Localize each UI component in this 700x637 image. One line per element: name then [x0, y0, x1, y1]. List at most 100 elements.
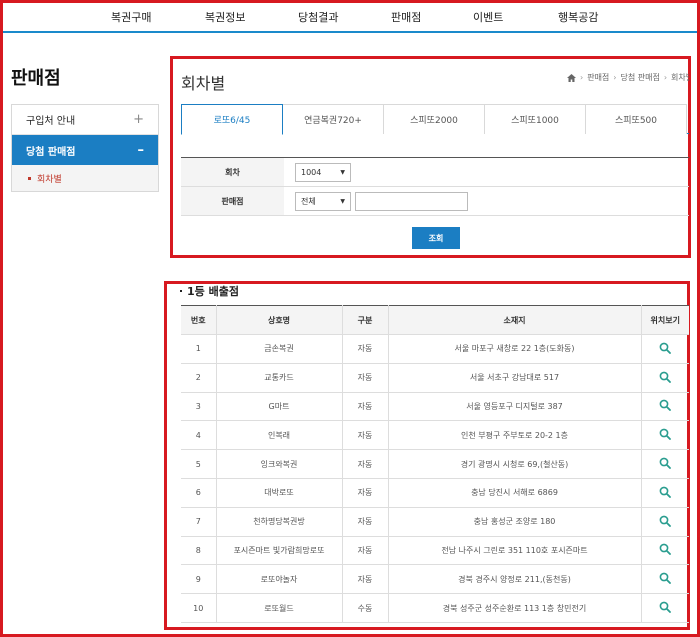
location-cell: [640, 392, 689, 422]
location-cell: [640, 536, 689, 566]
nav-happiness[interactable]: 행복공감: [558, 9, 598, 25]
search-icon[interactable]: [659, 399, 672, 413]
store-name: 금손복권: [215, 334, 342, 364]
tab-speetto2000[interactable]: 스피또2000: [383, 104, 485, 134]
table-row: 3 G마트 자동 서울 영등포구 디지털로 387: [181, 392, 689, 422]
table-header-row: 번호 상호명 구분 소재지 위치보기: [181, 305, 689, 335]
row-number: 7: [181, 507, 216, 537]
sidebar-subitem-label: 회차별: [37, 174, 62, 185]
round-label: 회차: [181, 158, 284, 186]
location-cell: [640, 593, 689, 623]
store-region-select[interactable]: 전체 ▼: [295, 191, 351, 211]
store-name: 교통카드: [215, 363, 342, 393]
nav-lottery-purchase[interactable]: 복권구매: [111, 9, 151, 25]
breadcrumb-item[interactable]: 판매점: [587, 72, 609, 83]
search-form: 회차 1004 ▼ 판매점 전체 ▼: [181, 157, 689, 216]
breadcrumb-item[interactable]: 당첨 판매점: [621, 72, 660, 83]
search-icon[interactable]: [659, 457, 672, 471]
column-header: 소재지: [387, 305, 641, 335]
table-row: 10 로또월드 수동 경북 성주군 성주순환로 113 1층 창민전기: [181, 593, 689, 623]
row-number: 1: [181, 334, 216, 364]
search-icon[interactable]: [659, 601, 672, 615]
list-title: 1등 배출점: [180, 283, 239, 299]
store-name: 인복래: [215, 420, 342, 451]
breadcrumb: › 판매점 › 당첨 판매점 › 회차별: [567, 72, 689, 83]
row-number: 6: [181, 478, 216, 508]
home-icon[interactable]: [567, 73, 576, 82]
sidebar-item-label: 당첨 판매점: [26, 146, 76, 158]
store-address: 경기 광명시 시청로 69,(철산동): [387, 449, 641, 479]
row-number: 3: [181, 392, 216, 422]
store-name: 로또야놀자: [215, 564, 342, 595]
store-name-input[interactable]: [355, 191, 468, 211]
row-number: 8: [181, 536, 216, 566]
purchase-type: 자동: [341, 392, 388, 422]
tab-speetto500[interactable]: 스피또500: [585, 104, 687, 134]
store-address: 서울 서초구 강남대로 517: [387, 363, 641, 393]
store-address: 경북 성주군 성주순환로 113 1층 창민전기: [387, 593, 641, 623]
search-icon[interactable]: [659, 428, 672, 442]
store-address: 서울 마포구 새창로 22 1층(도화동): [387, 334, 641, 364]
nav-stores[interactable]: 판매점: [391, 9, 421, 25]
plus-icon: +: [133, 112, 144, 127]
row-number: 5: [181, 449, 216, 479]
sidebar-item-purchase-location[interactable]: 구입처 안내 +: [12, 105, 158, 135]
tab-pension720[interactable]: 연금복권720+: [282, 104, 384, 134]
column-header: 구분: [341, 305, 388, 335]
store-address: 경북 경주시 양정로 211,(동천동): [387, 564, 641, 595]
sidebar-item-label: 구입처 안내: [26, 116, 76, 127]
page-heading: 판매점: [11, 68, 61, 89]
sidebar-menu: 구입처 안내 + 당첨 판매점 – 회차별: [11, 104, 159, 192]
search-button[interactable]: 조회: [412, 227, 460, 249]
sidebar-subitem-by-round[interactable]: 회차별: [12, 165, 158, 191]
table-row: 4 인복래 자동 인천 부평구 주부토로 20-2 1층: [181, 420, 689, 451]
bullet-icon: [28, 176, 31, 180]
breadcrumb-item: 회차별: [671, 73, 689, 82]
table-row: 8 포시즌마트 빛가람희망로또 자동 전남 나주시 그린로 351 110호 포시즌마…: [181, 536, 689, 566]
top-navigation: 복권구매 복권정보 당첨결과 판매점 이벤트 행복공감: [3, 3, 697, 31]
search-row-store: 판매점 전체 ▼: [181, 187, 689, 216]
location-cell: [640, 564, 689, 595]
caret-down-icon: ▼: [340, 168, 345, 176]
search-icon[interactable]: [659, 515, 672, 529]
caret-down-icon: ▼: [340, 197, 345, 205]
store-name: 포시즌마트 빛가람희망로또: [215, 536, 342, 566]
table-row: 6 대박로또 자동 충남 당진시 서해로 6869: [181, 478, 689, 508]
location-cell: [640, 478, 689, 508]
column-header: 상호명: [215, 305, 342, 335]
store-address: 인천 부평구 주부토로 20-2 1층: [387, 420, 641, 451]
nav-winning-results[interactable]: 당첨결과: [298, 9, 338, 25]
search-icon[interactable]: [659, 572, 672, 586]
purchase-type: 자동: [341, 334, 388, 364]
store-address: 충남 당진시 서해로 6869: [387, 478, 641, 508]
tab-speetto1000[interactable]: 스피또1000: [484, 104, 586, 134]
nav-events[interactable]: 이벤트: [473, 9, 503, 25]
search-icon[interactable]: [659, 371, 672, 385]
round-select-value: 1004: [301, 167, 322, 177]
purchase-type: 자동: [341, 449, 388, 479]
winning-stores-table: 번호 상호명 구분 소재지 위치보기 1 금손복권 자동 서울 마포구 새창로 22 …: [181, 305, 689, 623]
search-icon[interactable]: [659, 543, 672, 557]
nav-divider: [3, 31, 697, 33]
table-row: 9 로또야놀자 자동 경북 경주시 양정로 211,(동천동): [181, 564, 689, 595]
section-title: 회차별: [181, 74, 226, 93]
purchase-type: 자동: [341, 363, 388, 393]
location-cell: [640, 363, 689, 393]
store-address: 서울 영등포구 디지털로 387: [387, 392, 641, 422]
sidebar-item-winning-stores[interactable]: 당첨 판매점 –: [12, 135, 158, 165]
purchase-type: 자동: [341, 536, 388, 566]
store-name: 대박로또: [215, 478, 342, 508]
round-select[interactable]: 1004 ▼: [295, 162, 351, 182]
tab-lotto645[interactable]: 로또6/45: [181, 104, 283, 135]
purchase-type: 자동: [341, 507, 388, 537]
table-row: 1 금손복권 자동 서울 마포구 새창로 22 1층(도화동): [181, 334, 689, 364]
store-name: G마트: [215, 392, 342, 422]
purchase-type: 자동: [341, 420, 388, 451]
search-icon[interactable]: [659, 486, 672, 500]
location-cell: [640, 507, 689, 537]
nav-lottery-info[interactable]: 복권정보: [205, 9, 245, 25]
store-label: 판매점: [181, 187, 284, 215]
location-cell: [640, 449, 689, 479]
search-icon[interactable]: [659, 342, 672, 356]
chevron-right-icon: ›: [580, 73, 584, 82]
